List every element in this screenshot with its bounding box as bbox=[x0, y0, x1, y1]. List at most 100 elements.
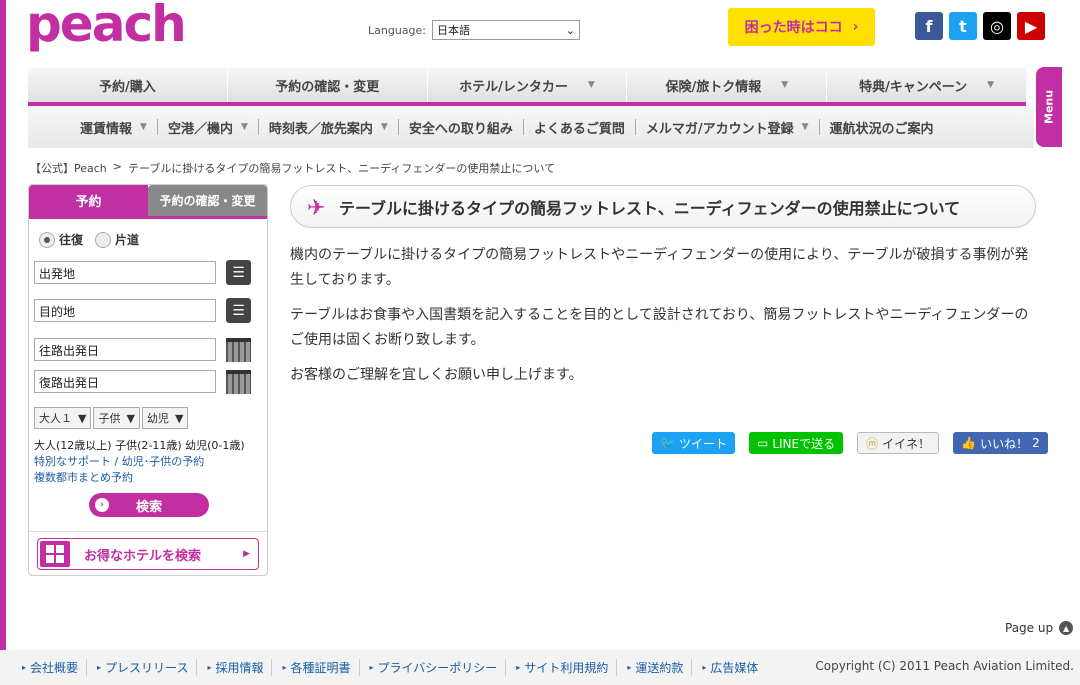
bullet-icon: ▸ bbox=[627, 663, 632, 672]
iine-button[interactable]: ⓜ イイネ！ bbox=[857, 432, 940, 454]
language-select[interactable]: 日本語 ⌄ bbox=[432, 20, 580, 40]
language-value: 日本語 bbox=[437, 24, 470, 37]
footer-link-label: 会社概要 bbox=[30, 661, 79, 675]
nav-item-0[interactable]: 予約/購入 bbox=[28, 68, 228, 102]
calendar-icon[interactable] bbox=[226, 338, 251, 362]
subnav-item-0[interactable]: 運賃情報 ▼ bbox=[80, 119, 157, 137]
nav-item-4[interactable]: 特典/キャンペーン ▼ bbox=[827, 68, 1026, 102]
sub-nav: 運賃情報 ▼ 空港／機内 ▼ 時刻表／旅先案内 ▼ 安全への取り組み よくあるご質問 メルマガ/… bbox=[28, 106, 1034, 148]
tab-check-booking[interactable]: 予約の確認・変更 bbox=[148, 185, 267, 216]
page-up-link[interactable]: Page up ▲ bbox=[1005, 621, 1074, 635]
dropdown-arrow-icon: ▼ bbox=[240, 122, 248, 132]
help-label: 困った時はココ bbox=[744, 20, 843, 36]
tweet-label: ツイート bbox=[678, 436, 727, 451]
search-button[interactable]: › 検索 bbox=[89, 493, 209, 517]
radio-empty-icon bbox=[95, 231, 112, 248]
destination-field[interactable]: 目的地 bbox=[34, 299, 216, 322]
child-select[interactable]: 子供 ▼ bbox=[93, 407, 140, 429]
origin-field[interactable]: 出発地 bbox=[34, 261, 216, 284]
breadcrumb-home[interactable]: 【公式】Peach bbox=[30, 160, 107, 176]
youtube-icon[interactable]: ▶ bbox=[1017, 12, 1045, 40]
footer-link-0[interactable]: ▸ 会社概要 bbox=[22, 659, 86, 676]
facebook-like-button[interactable]: 👍 いいね！ 2 bbox=[953, 432, 1048, 454]
peach-logo[interactable]: peach bbox=[26, 0, 187, 52]
dropdown-arrow-icon: ▼ bbox=[587, 80, 595, 90]
bullet-icon: ▸ bbox=[516, 663, 521, 672]
subnav-item-3[interactable]: 安全への取り組み bbox=[397, 119, 523, 137]
footer-link-label: 採用情報 bbox=[215, 661, 264, 675]
instagram-icon[interactable]: ◎ bbox=[983, 12, 1011, 40]
radio-round-trip[interactable]: 往復 bbox=[39, 231, 83, 248]
article-title-bar: ✈ テーブルに掛けるタイプの簡易フットレスト、ニーディフェンダーの使用禁止につい… bbox=[290, 185, 1036, 228]
footer-link-7[interactable]: ▸ 広告媒体 bbox=[691, 659, 766, 676]
subnav-item-label: 時刻表／旅先案内 bbox=[268, 121, 373, 137]
bullet-icon: ▸ bbox=[22, 663, 27, 672]
list-icon[interactable]: ☰ bbox=[226, 298, 251, 323]
return-date-field[interactable]: 復路出発日 bbox=[34, 370, 216, 393]
subnav-item-2[interactable]: 時刻表／旅先案内 ▼ bbox=[257, 119, 398, 137]
airplane-icon: ✈ bbox=[307, 196, 326, 221]
tab-reserve[interactable]: 予約 bbox=[29, 185, 148, 216]
radio-one-way[interactable]: 片道 bbox=[95, 231, 139, 248]
twitter-icon[interactable]: t bbox=[949, 12, 977, 40]
bullet-icon: ▸ bbox=[282, 663, 287, 672]
special-support-link[interactable]: 特別なサポート / 幼児･子供の予約 bbox=[34, 453, 204, 469]
multi-city-link[interactable]: 複数都市まとめ予約 bbox=[34, 469, 133, 485]
menu-tab[interactable]: Menu bbox=[1036, 67, 1062, 147]
arrow-right-icon: ▶ bbox=[243, 549, 250, 559]
tweet-button[interactable]: 🐦 ツイート bbox=[652, 432, 735, 454]
footer-link-4[interactable]: ▸ プライバシーポリシー bbox=[358, 659, 506, 676]
list-icon[interactable]: ☰ bbox=[226, 260, 251, 285]
subnav-item-4[interactable]: よくあるご質問 bbox=[522, 119, 635, 137]
line-share-button[interactable]: ▭ LINEで送る bbox=[748, 432, 844, 454]
search-label: 検索 bbox=[135, 499, 162, 515]
footer-link-3[interactable]: ▸ 各種証明書 bbox=[271, 659, 358, 676]
chevron-right-icon: › bbox=[852, 19, 859, 35]
chevron-down-icon: ⌄ bbox=[565, 23, 575, 37]
subnav-item-label: 運賃情報 bbox=[80, 121, 133, 137]
nav-item-label: ホテル/レンタカー bbox=[459, 79, 568, 95]
nav-item-3[interactable]: 保険/旅トク情報 ▼ bbox=[627, 68, 828, 102]
bullet-icon: ▸ bbox=[207, 663, 212, 672]
nav-item-1[interactable]: 予約の確認・変更 bbox=[228, 68, 428, 102]
subnav-item-label: 運航状況のご案内 bbox=[829, 121, 934, 137]
nav-item-label: 予約/購入 bbox=[99, 79, 156, 95]
subnav-item-label: メルマガ/アカウント登録 bbox=[645, 121, 794, 137]
line-icon: ▭ bbox=[756, 436, 769, 450]
adult-label: 大人１ bbox=[39, 412, 72, 425]
child-label: 子供 bbox=[98, 412, 121, 425]
dropdown-arrow-icon: ▼ bbox=[78, 411, 87, 425]
article-paragraph-3: お客様のご理解を宜しくお願い申し上げます。 bbox=[290, 367, 583, 383]
nav-item-2[interactable]: ホテル/レンタカー ▼ bbox=[428, 68, 628, 102]
help-button[interactable]: 困った時はココ › bbox=[728, 8, 875, 46]
age-note: 大人(12歳以上) 子供(2-11歳) 幼児(0-1歳) bbox=[34, 439, 245, 452]
facebook-icon[interactable]: f bbox=[915, 12, 943, 40]
hotel-label: お得なホテルを検索 bbox=[84, 548, 202, 564]
infant-select[interactable]: 幼児 ▼ bbox=[141, 407, 189, 429]
nav-item-label: 保険/旅トク情報 bbox=[665, 79, 762, 95]
booking-panel: 予約 予約の確認・変更 往復 片道 出発地 ☰ 目的地 ☰ 往路出発日 復路出発… bbox=[28, 184, 268, 576]
left-accent-bar bbox=[0, 0, 6, 685]
footer-link-2[interactable]: ▸ 採用情報 bbox=[196, 659, 271, 676]
subnav-item-5[interactable]: メルマガ/アカウント登録 ▼ bbox=[634, 119, 819, 137]
footer-link-label: 運送約款 bbox=[635, 661, 684, 675]
subnav-item-label: 安全への取り組み bbox=[408, 121, 513, 137]
hotel-search-button[interactable]: お得なホテルを検索 ▶ bbox=[37, 538, 259, 570]
bullet-icon: ▸ bbox=[369, 663, 374, 672]
depart-date-field[interactable]: 往路出発日 bbox=[34, 338, 216, 361]
breadcrumb-separator: > bbox=[112, 160, 122, 173]
divider bbox=[29, 531, 267, 532]
footer-link-5[interactable]: ▸ サイト利用規約 bbox=[505, 659, 616, 676]
footer-link-6[interactable]: ▸ 運送約款 bbox=[616, 659, 691, 676]
nav-item-label: 特典/キャンペーン bbox=[859, 79, 968, 95]
calendar-icon[interactable] bbox=[226, 370, 251, 394]
dropdown-arrow-icon: ▼ bbox=[801, 122, 809, 132]
page-up-label: Page up bbox=[1005, 621, 1054, 635]
adult-select[interactable]: 大人１ ▼ bbox=[34, 407, 92, 429]
subnav-item-6[interactable]: 運航状況のご案内 bbox=[818, 119, 944, 137]
footer-link-label: プライバシーポリシー bbox=[377, 661, 498, 675]
subnav-item-label: よくあるご質問 bbox=[533, 121, 625, 137]
subnav-item-1[interactable]: 空港／機内 ▼ bbox=[156, 119, 258, 137]
bullet-icon: ▸ bbox=[702, 663, 707, 672]
footer-link-1[interactable]: ▸ プレスリリース bbox=[86, 659, 196, 676]
